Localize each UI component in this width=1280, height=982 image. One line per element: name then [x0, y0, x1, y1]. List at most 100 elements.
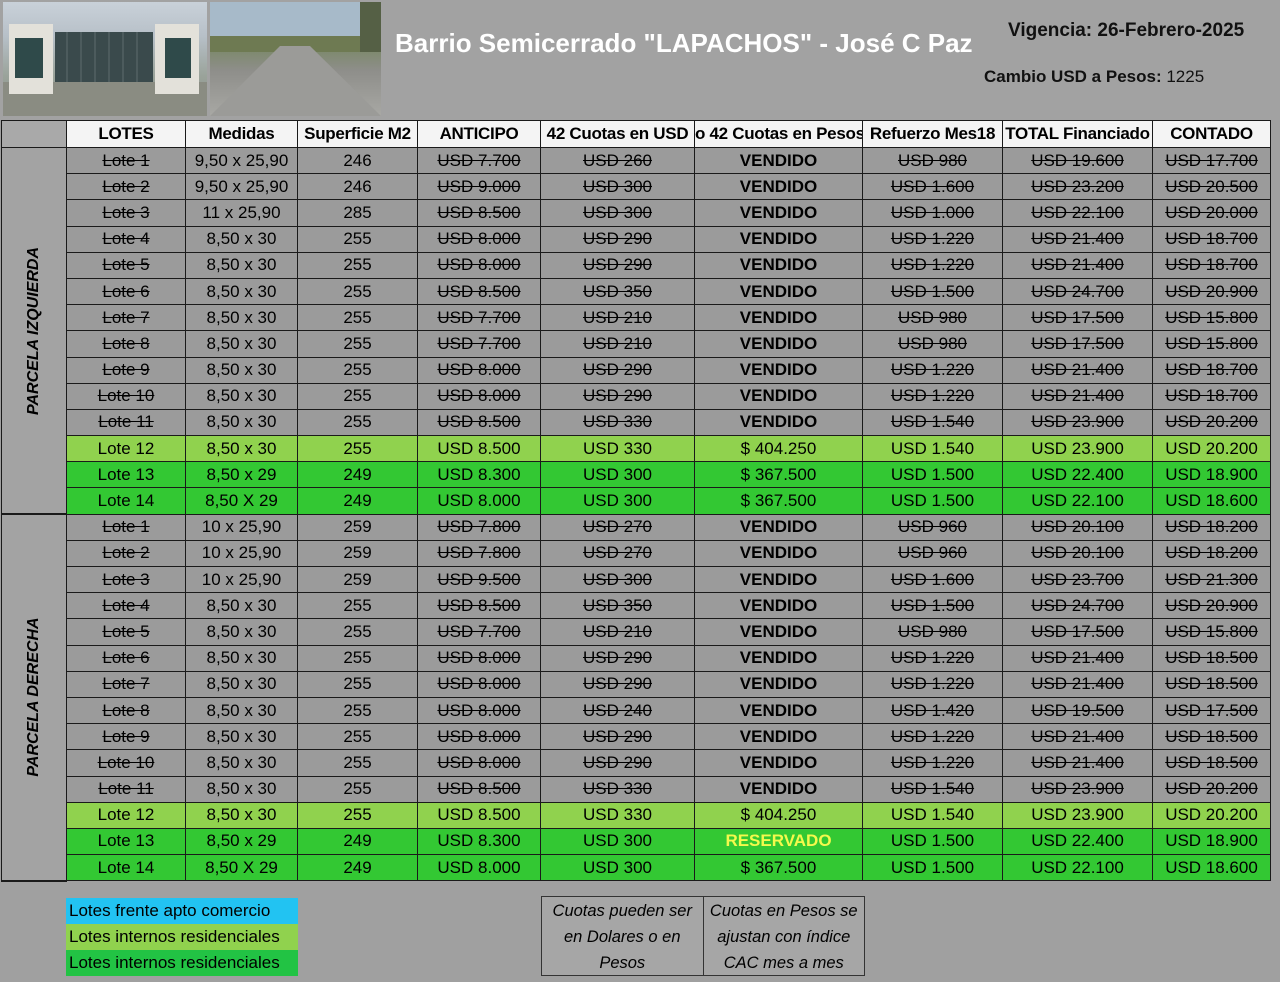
down-payment: USD 7.800	[417, 539, 541, 568]
price-table: LOTES Medidas Superficie M2 ANTICIPO 42 …	[1, 120, 1271, 882]
lot-dimensions: 8,50 x 30	[185, 408, 298, 437]
booster-payment: USD 1.600	[862, 565, 1003, 594]
lot-area: 255	[297, 670, 418, 698]
table-row: Lote 13 8,50 x 29 249 USD 8.300 USD 300 $ 367…	[2, 461, 1271, 489]
cash-price: USD 18.700	[1152, 225, 1271, 253]
lot-name: Lote 9	[66, 356, 186, 384]
cash-price: USD 18.500	[1152, 670, 1271, 698]
cash-price: USD 18.700	[1152, 382, 1271, 410]
down-payment: USD 8.500	[417, 199, 541, 227]
installment-pesos: VENDIDO	[694, 565, 863, 594]
booster-payment: USD 1.540	[862, 408, 1003, 437]
entrance-gate-photo	[3, 2, 207, 116]
lot-area: 255	[297, 277, 418, 306]
total-financed: USD 23.900	[1002, 435, 1153, 463]
down-payment: USD 8.000	[417, 487, 541, 515]
col-anticipo: ANTICIPO	[417, 120, 541, 148]
table-row: Lote 14 8,50 X 29 249 USD 8.000 USD 300 $ 367…	[2, 854, 1271, 882]
lot-name: Lote 6	[66, 277, 186, 306]
lot-area: 255	[297, 775, 418, 803]
total-financed: USD 21.400	[1002, 356, 1153, 384]
table-row: Lote 13 8,50 x 29 249 USD 8.300 USD 300 RESER…	[2, 827, 1271, 856]
table-row: Lote 4 8,50 x 30 255 USD 8.000 USD 290 VENDID…	[2, 225, 1271, 253]
lot-name: Lote 2	[66, 539, 186, 568]
parcel-label: PARCELA DERECHA	[25, 617, 42, 777]
down-payment: USD 8.000	[417, 696, 541, 725]
exchange-rate: Cambio USD a Pesos: 1225	[984, 67, 1204, 87]
lot-area: 255	[297, 435, 418, 463]
table-row: Lote 14 8,50 X 29 249 USD 8.000 USD 300 $ 367…	[2, 487, 1271, 515]
installment-pesos: VENDIDO	[694, 539, 863, 568]
note-payment-currency: Cuotas pueden ser en Dolares o en Pesos	[552, 902, 692, 972]
down-payment: USD 7.700	[417, 146, 541, 175]
lot-name: Lote 4	[66, 592, 186, 620]
cash-price: USD 18.900	[1152, 461, 1271, 489]
parcel-label-cell: PARCELA IZQUIERDA	[1, 147, 67, 516]
cash-price: USD 15.800	[1152, 304, 1271, 332]
installment-pesos: VENDIDO	[694, 382, 863, 410]
lot-dimensions: 8,50 x 30	[185, 435, 298, 463]
lot-name: Lote 11	[66, 775, 186, 803]
lot-area: 249	[297, 827, 418, 856]
installment-pesos: VENDIDO	[694, 146, 863, 175]
lot-name: Lote 8	[66, 330, 186, 358]
cash-price: USD 20.200	[1152, 408, 1271, 437]
lot-area: 255	[297, 408, 418, 437]
table-row: Lote 8 8,50 x 30 255 USD 8.000 USD 240 VENDID…	[2, 696, 1271, 725]
booster-payment: USD 1.600	[862, 173, 1003, 201]
down-payment: USD 8.500	[417, 775, 541, 803]
table-row: Lote 9 8,50 x 30 255 USD 8.000 USD 290 VENDID…	[2, 723, 1271, 751]
lot-area: 255	[297, 801, 418, 829]
installment-pesos: $ 367.500	[694, 854, 863, 882]
lot-dimensions: 11 x 25,90	[185, 199, 298, 227]
total-financed: USD 17.500	[1002, 618, 1153, 646]
total-financed: USD 22.400	[1002, 827, 1153, 856]
cash-price: USD 20.200	[1152, 801, 1271, 829]
total-financed: USD 23.700	[1002, 565, 1153, 594]
booster-payment: USD 1.220	[862, 723, 1003, 751]
booster-payment: USD 980	[862, 618, 1003, 646]
lot-name: Lote 3	[66, 565, 186, 594]
down-payment: USD 8.000	[417, 723, 541, 751]
lot-dimensions: 8,50 x 30	[185, 592, 298, 620]
installment-usd: USD 290	[540, 251, 695, 279]
total-financed: USD 21.400	[1002, 382, 1153, 410]
down-payment: USD 8.000	[417, 749, 541, 777]
down-payment: USD 8.500	[417, 277, 541, 306]
total-financed: USD 23.900	[1002, 775, 1153, 803]
lot-name: Lote 12	[66, 801, 186, 829]
lot-dimensions: 8,50 x 30	[185, 670, 298, 698]
down-payment: USD 8.000	[417, 382, 541, 410]
gate-image	[3, 24, 207, 116]
cash-price: USD 15.800	[1152, 330, 1271, 358]
cash-price: USD 18.200	[1152, 513, 1271, 541]
lot-area: 246	[297, 146, 418, 175]
installment-usd: USD 290	[540, 356, 695, 384]
installment-pesos: VENDIDO	[694, 749, 863, 777]
installment-pesos: $ 404.250	[694, 435, 863, 463]
table-row: Lote 5 8,50 x 30 255 USD 8.000 USD 290 VENDID…	[2, 251, 1271, 279]
table-row: Lote 7 8,50 x 30 255 USD 8.000 USD 290 VENDID…	[2, 670, 1271, 698]
cash-price: USD 20.200	[1152, 435, 1271, 463]
installment-usd: USD 330	[540, 801, 695, 829]
total-financed: USD 21.400	[1002, 723, 1153, 751]
lot-dimensions: 8,50 x 30	[185, 749, 298, 777]
down-payment: USD 9.000	[417, 173, 541, 201]
installment-pesos: $ 367.500	[694, 461, 863, 489]
table-row: Lote 2 10 x 25,90 259 USD 7.800 USD 270 VENDI…	[2, 539, 1271, 568]
lot-area: 255	[297, 592, 418, 620]
installment-pesos: VENDIDO	[694, 277, 863, 306]
total-financed: USD 21.400	[1002, 251, 1153, 279]
down-payment: USD 8.500	[417, 408, 541, 437]
lot-area: 249	[297, 487, 418, 515]
table-row: Lote 11 8,50 x 30 255 USD 8.500 USD 330 VENDI…	[2, 408, 1271, 437]
cash-price: USD 17.700	[1152, 146, 1271, 175]
lot-area: 249	[297, 461, 418, 489]
down-payment: USD 8.300	[417, 827, 541, 856]
booster-payment: USD 1.500	[862, 592, 1003, 620]
lot-area: 249	[297, 854, 418, 882]
cash-price: USD 18.700	[1152, 251, 1271, 279]
lot-area: 255	[297, 356, 418, 384]
booster-payment: USD 1.220	[862, 670, 1003, 698]
installment-pesos: VENDIDO	[694, 173, 863, 201]
